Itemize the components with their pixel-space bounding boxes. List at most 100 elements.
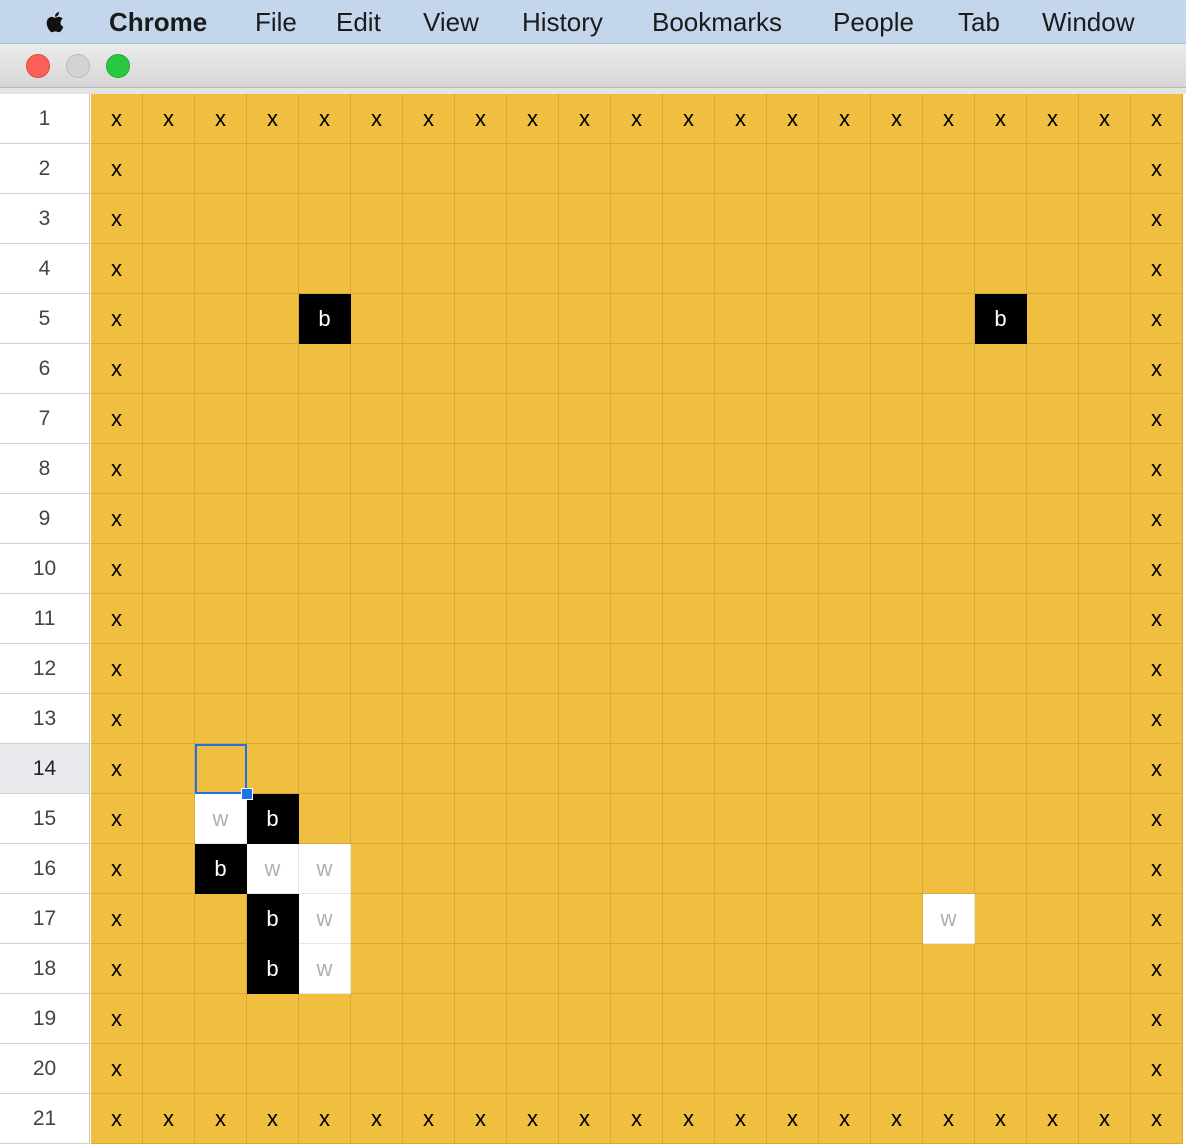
grid-cell[interactable] — [1027, 194, 1079, 244]
wall-cell[interactable]: x — [715, 1094, 767, 1144]
black-stone-cell[interactable]: b — [247, 894, 299, 944]
wall-cell[interactable]: x — [611, 94, 663, 144]
grid-cell[interactable] — [767, 994, 819, 1044]
wall-cell[interactable]: x — [975, 94, 1027, 144]
grid-cell[interactable] — [819, 694, 871, 744]
wall-cell[interactable]: x — [351, 94, 403, 144]
wall-cell[interactable]: x — [1131, 144, 1183, 194]
grid-cell[interactable] — [1027, 444, 1079, 494]
grid-cell[interactable] — [299, 594, 351, 644]
grid-cell[interactable] — [403, 394, 455, 444]
grid-cell[interactable] — [819, 344, 871, 394]
grid-cell[interactable] — [663, 144, 715, 194]
grid-cell[interactable] — [143, 244, 195, 294]
grid-cell[interactable] — [559, 544, 611, 594]
menu-window[interactable]: Window — [1042, 6, 1134, 38]
grid-cell[interactable] — [195, 594, 247, 644]
white-stone-cell[interactable]: w — [923, 894, 975, 944]
close-window-button[interactable] — [26, 54, 50, 78]
grid-cell[interactable] — [1027, 744, 1079, 794]
grid-cell[interactable] — [351, 144, 403, 194]
grid-cell[interactable] — [143, 794, 195, 844]
wall-cell[interactable]: x — [247, 94, 299, 144]
grid-cell[interactable] — [195, 544, 247, 594]
grid-cell[interactable] — [1079, 144, 1131, 194]
grid-cell[interactable] — [507, 644, 559, 694]
grid-cell[interactable] — [611, 444, 663, 494]
grid-cell[interactable] — [403, 644, 455, 694]
fill-handle[interactable] — [241, 788, 253, 800]
grid-cell[interactable] — [299, 344, 351, 394]
grid-cell[interactable] — [767, 694, 819, 744]
wall-cell[interactable]: x — [403, 1094, 455, 1144]
grid-cell[interactable] — [455, 844, 507, 894]
grid-cell[interactable] — [195, 644, 247, 694]
grid-cell[interactable] — [923, 1044, 975, 1094]
grid-cell[interactable] — [455, 294, 507, 344]
wall-cell[interactable]: x — [1131, 1094, 1183, 1144]
grid-cell[interactable] — [143, 194, 195, 244]
grid-cell[interactable] — [923, 294, 975, 344]
grid-cell[interactable] — [247, 144, 299, 194]
grid-cell[interactable] — [351, 694, 403, 744]
grid-cell[interactable] — [611, 544, 663, 594]
grid-cell[interactable] — [1027, 894, 1079, 944]
row-header-10[interactable]: 10 — [0, 544, 90, 594]
wall-cell[interactable]: x — [91, 144, 143, 194]
grid-cell[interactable] — [195, 394, 247, 444]
grid-cell[interactable] — [351, 744, 403, 794]
wall-cell[interactable]: x — [663, 1094, 715, 1144]
grid-cell[interactable] — [507, 344, 559, 394]
grid-cell[interactable] — [143, 944, 195, 994]
grid-cell[interactable] — [611, 894, 663, 944]
black-stone-cell[interactable]: b — [247, 944, 299, 994]
grid-cell[interactable] — [975, 444, 1027, 494]
grid-cell[interactable] — [975, 144, 1027, 194]
grid-cell[interactable] — [559, 844, 611, 894]
grid-cell[interactable] — [1079, 1044, 1131, 1094]
grid-cell[interactable] — [507, 244, 559, 294]
row-header-4[interactable]: 4 — [0, 244, 90, 294]
grid-cell[interactable] — [1079, 494, 1131, 544]
grid-cell[interactable] — [975, 344, 1027, 394]
grid-cell[interactable] — [1027, 694, 1079, 744]
row-header-1[interactable]: 1 — [0, 94, 90, 144]
grid-cell[interactable] — [767, 244, 819, 294]
grid-cell[interactable] — [715, 194, 767, 244]
wall-cell[interactable]: x — [299, 1094, 351, 1144]
grid-cell[interactable] — [819, 644, 871, 694]
grid-cell[interactable] — [455, 744, 507, 794]
grid-cell[interactable] — [819, 594, 871, 644]
grid-cell[interactable] — [143, 294, 195, 344]
grid-cell[interactable] — [767, 144, 819, 194]
grid-cell[interactable] — [351, 194, 403, 244]
grid-cell[interactable] — [975, 744, 1027, 794]
grid-cell[interactable] — [195, 744, 247, 794]
grid-cell[interactable] — [871, 1044, 923, 1094]
grid-cell[interactable] — [819, 394, 871, 444]
menu-tab[interactable]: Tab — [958, 6, 1000, 38]
grid-cell[interactable] — [559, 794, 611, 844]
wall-cell[interactable]: x — [923, 1094, 975, 1144]
grid-cell[interactable] — [923, 444, 975, 494]
grid-cell[interactable] — [143, 994, 195, 1044]
grid-cell[interactable] — [767, 644, 819, 694]
wall-cell[interactable]: x — [1131, 94, 1183, 144]
grid-cell[interactable] — [1027, 394, 1079, 444]
grid-cell[interactable] — [351, 594, 403, 644]
grid-cell[interactable] — [819, 744, 871, 794]
grid-cell[interactable] — [1079, 344, 1131, 394]
grid-cell[interactable] — [923, 994, 975, 1044]
wall-cell[interactable]: x — [91, 394, 143, 444]
grid-cell[interactable] — [299, 394, 351, 444]
grid-cell[interactable] — [871, 544, 923, 594]
grid-cell[interactable] — [923, 244, 975, 294]
grid-cell[interactable] — [559, 694, 611, 744]
grid-cell[interactable] — [715, 144, 767, 194]
grid-cell[interactable] — [1079, 744, 1131, 794]
grid-cell[interactable] — [923, 644, 975, 694]
grid-cell[interactable] — [767, 1044, 819, 1094]
grid-cell[interactable] — [559, 394, 611, 444]
grid-cell[interactable] — [455, 994, 507, 1044]
grid-cell[interactable] — [975, 694, 1027, 744]
